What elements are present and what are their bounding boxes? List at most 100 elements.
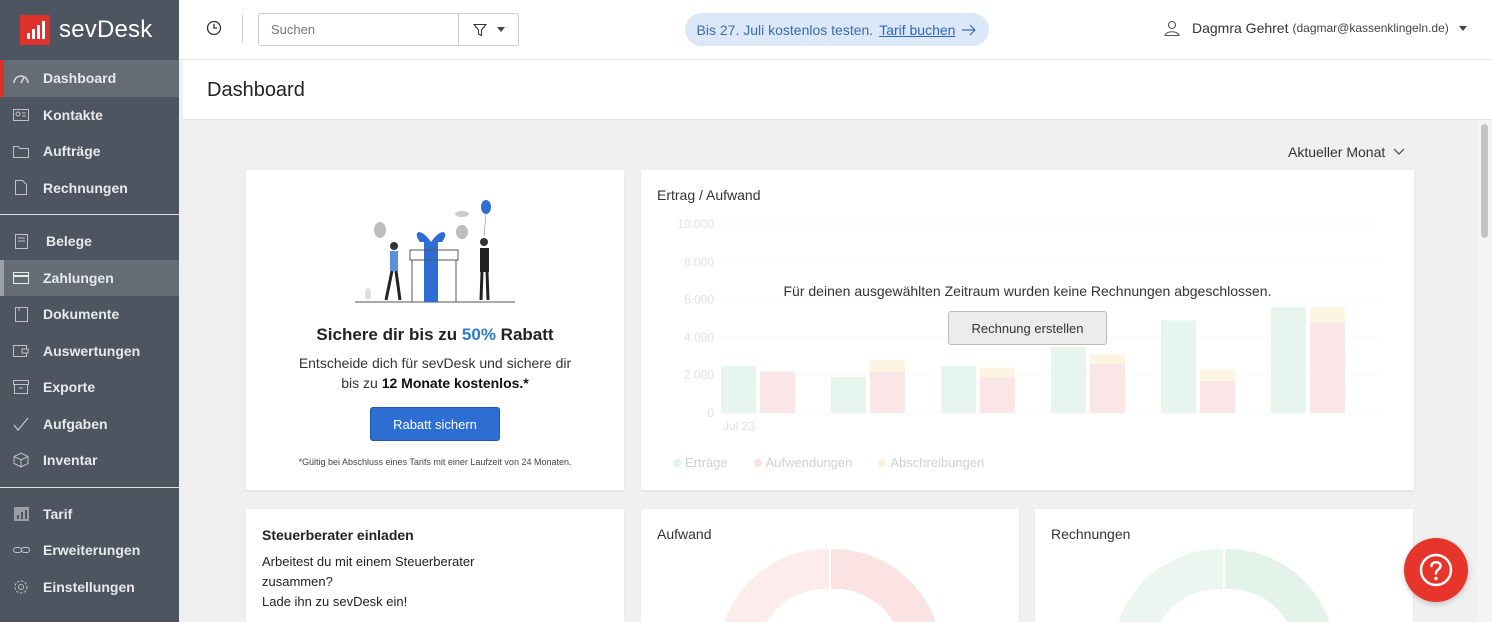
sidebar-item-label: Erweiterungen bbox=[43, 542, 141, 559]
trial-banner: Bis 27. Juli kostenlos testen. Tarif buc… bbox=[685, 13, 989, 46]
document-icon bbox=[12, 179, 30, 197]
invoices-donut-chart bbox=[1118, 548, 1330, 622]
legend-item[interactable]: Erträge bbox=[673, 455, 728, 470]
export-icon bbox=[12, 378, 30, 396]
sidebar-item-dokumente[interactable]: Dokumente bbox=[0, 296, 179, 333]
sidebar-item-label: Einstellungen bbox=[43, 578, 135, 595]
y-tick-label: 10.000 bbox=[677, 217, 714, 231]
help-button[interactable] bbox=[1404, 538, 1468, 602]
user-menu[interactable]: Dagmra Gehret (dagmar@kassenklingeln.de) bbox=[1164, 20, 1467, 36]
bar-abschreibungen bbox=[870, 360, 905, 372]
sidebar-item-auswertungen[interactable]: Auswertungen bbox=[0, 333, 179, 370]
sidebar-item-label: Aufgaben bbox=[43, 415, 108, 432]
sidebar-item-auftraege[interactable]: Aufträge bbox=[0, 133, 179, 170]
period-label: Aktueller Monat bbox=[1288, 144, 1386, 160]
bar-aufwendungen bbox=[1200, 380, 1235, 413]
empty-state-message: Für deinen ausgewählten Zeitraum wurden … bbox=[783, 283, 1272, 299]
app-logo[interactable]: sevDesk bbox=[0, 0, 179, 60]
sidebar-item-label: Kontakte bbox=[43, 106, 103, 123]
x-tick-label: Jul 23 bbox=[723, 419, 755, 433]
bar-ertraege bbox=[1271, 307, 1306, 413]
scrollbar-thumb[interactable] bbox=[1481, 124, 1488, 238]
bar-ertraege bbox=[831, 377, 866, 413]
book-plan-link[interactable]: Tarif buchen bbox=[879, 22, 955, 38]
legend-item[interactable]: Aufwendungen bbox=[753, 455, 853, 470]
sidebar-item-label: Dashboard bbox=[43, 70, 117, 87]
sidebar-divider bbox=[0, 214, 179, 215]
sidebar-item-tarif[interactable]: Tarif bbox=[0, 496, 179, 533]
y-tick-label: 2.000 bbox=[684, 368, 714, 382]
sidebar-divider bbox=[0, 486, 179, 488]
search-box bbox=[258, 13, 519, 46]
user-email: (dagmar@kassenklingeln.de) bbox=[1292, 21, 1449, 35]
sidebar-item-kontakte[interactable]: Kontakte bbox=[0, 97, 179, 134]
credit-card-icon bbox=[12, 269, 30, 287]
sidebar-item-zahlungen[interactable]: Zahlungen bbox=[0, 259, 179, 296]
sidebar-item-belege[interactable]: Belege bbox=[0, 223, 179, 260]
bar-aufwendungen bbox=[1090, 363, 1125, 413]
sidebar-item-label: Aufträge bbox=[43, 143, 101, 160]
y-tick-label: 8.000 bbox=[684, 255, 714, 269]
tax-advisor-text: Arbeitest du mit einem Steuerberater zusa… bbox=[262, 554, 475, 609]
secure-discount-button[interactable]: Rabatt sichern bbox=[370, 407, 500, 441]
check-icon bbox=[12, 415, 30, 433]
chart-legend: Erträge Aufwendungen Abschreibungen bbox=[673, 455, 984, 470]
search-input[interactable] bbox=[259, 14, 458, 45]
bar-abschreibungen bbox=[1310, 307, 1345, 323]
period-dropdown[interactable]: Aktueller Monat bbox=[1288, 144, 1405, 160]
page-title: Dashboard bbox=[207, 79, 305, 101]
file-icon bbox=[12, 305, 30, 323]
receipt-icon bbox=[12, 232, 30, 250]
bar-aufwendungen bbox=[980, 377, 1015, 413]
sidebar-item-label: Zahlungen bbox=[43, 269, 114, 286]
bar-aufwendungen bbox=[760, 371, 795, 413]
arrow-right-icon bbox=[962, 24, 977, 35]
expense-donut-chart bbox=[724, 548, 936, 622]
main-scrollbar[interactable] bbox=[1477, 120, 1492, 622]
gear-icon bbox=[12, 578, 30, 596]
legend-swatch bbox=[753, 458, 762, 467]
sidebar-item-exporte[interactable]: Exporte bbox=[0, 369, 179, 406]
filter-icon bbox=[472, 23, 487, 36]
bar-abschreibungen bbox=[980, 367, 1015, 378]
legend-label: Erträge bbox=[685, 455, 728, 470]
user-name: Dagmra Gehret bbox=[1192, 20, 1289, 36]
dashboard-icon bbox=[12, 69, 30, 87]
legend-swatch bbox=[673, 458, 681, 467]
create-invoice-button[interactable]: Rechnung erstellen bbox=[948, 311, 1107, 345]
bar-chart-icon bbox=[12, 505, 30, 523]
filter-button[interactable] bbox=[458, 14, 518, 45]
sidebar-item-label: Dokumente bbox=[43, 306, 120, 323]
chevron-down-icon bbox=[1393, 148, 1405, 155]
sidebar-item-erweiterungen[interactable]: Erweiterungen bbox=[0, 532, 179, 569]
logo-text: sevDesk bbox=[59, 16, 153, 43]
sidebar-item-aufgaben[interactable]: Aufgaben bbox=[0, 406, 179, 443]
help-icon bbox=[1419, 553, 1453, 587]
promo-footnote: *Gültig bei Abschluss eines Tarifs mit e… bbox=[298, 457, 572, 467]
sidebar-item-dashboard[interactable]: Dashboard bbox=[0, 60, 179, 97]
logo-mark-icon bbox=[20, 15, 50, 45]
sidebar-item-inventar[interactable]: Inventar bbox=[0, 442, 179, 479]
income-expense-card: Ertrag / Aufwand 10.000 8.000 6.000 4.000 2.… bbox=[641, 170, 1414, 490]
legend-label: Aufwendungen bbox=[765, 455, 853, 470]
bar-aufwendungen bbox=[870, 371, 905, 413]
sidebar-item-label: Auswertungen bbox=[43, 342, 141, 359]
report-icon bbox=[12, 342, 30, 360]
contacts-icon bbox=[12, 106, 30, 124]
discount-promo-card: Sichere dir bis zu 50% Rabatt Entscheide… bbox=[246, 170, 624, 490]
sidebar-item-label: Tarif bbox=[43, 505, 73, 522]
folder-icon bbox=[12, 142, 30, 160]
chevron-down-icon bbox=[496, 27, 505, 32]
bar-aufwendungen bbox=[1310, 322, 1345, 413]
sidebar-item-einstellungen[interactable]: Einstellungen bbox=[0, 569, 179, 606]
sidebar-item-label: Rechnungen bbox=[43, 179, 128, 196]
history-icon[interactable] bbox=[206, 20, 222, 36]
sidebar: sevDesk Dashboard Kontakte Aufträge Rech… bbox=[0, 0, 179, 622]
sidebar-item-rechnungen[interactable]: Rechnungen bbox=[0, 170, 179, 207]
sidebar-item-label: Inventar bbox=[43, 452, 98, 469]
bar-abschreibungen bbox=[1200, 369, 1235, 381]
legend-item[interactable]: Abschreibungen bbox=[878, 455, 984, 470]
topbar-divider bbox=[242, 15, 243, 43]
page-header: Dashboard bbox=[183, 60, 1492, 120]
invoices-card: Rechnungen bbox=[1035, 509, 1413, 622]
